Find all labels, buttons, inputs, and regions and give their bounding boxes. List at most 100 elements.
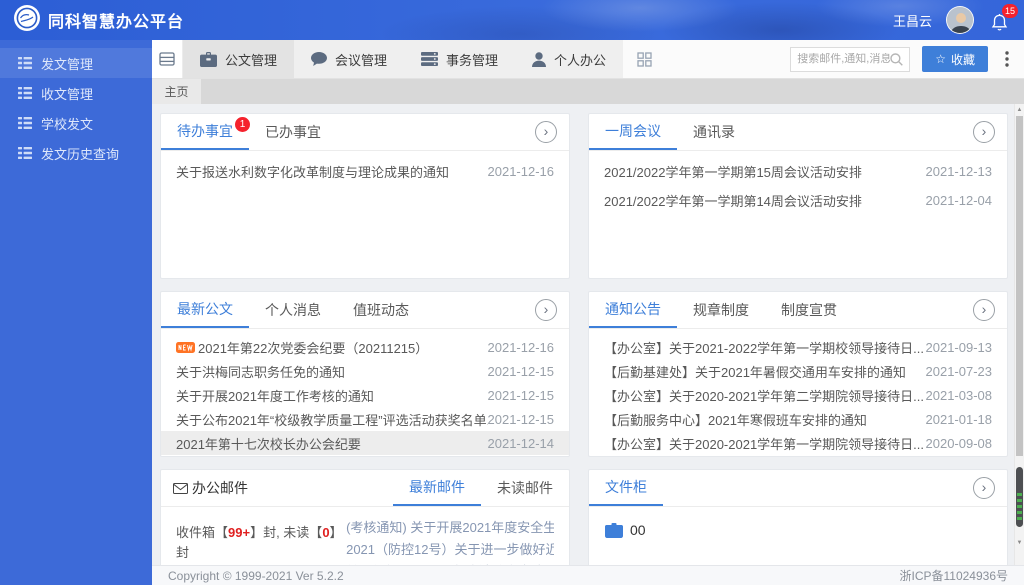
tab-unread-mail[interactable]: 未读邮件 [481, 470, 569, 506]
module-tab-documents[interactable]: 公文管理 [183, 40, 295, 78]
sidebar-item-school-docs[interactable]: 学校发文 [0, 108, 152, 138]
tab-latest-documents[interactable]: 最新公文 [161, 292, 249, 328]
folder-label: 00 [630, 522, 646, 538]
inbox-count: 99+ [228, 525, 251, 540]
floating-dock-widget[interactable] [1016, 467, 1023, 527]
tasks-icon [421, 52, 439, 66]
sidebar-item-incoming-docs[interactable]: 收文管理 [0, 78, 152, 108]
tab-policy-promotion[interactable]: 制度宣贯 [765, 292, 853, 328]
user-icon [532, 51, 547, 67]
list-icon [18, 147, 32, 159]
copyright-text: Copyright © 1999-2021 Ver 5.2.2 [168, 568, 344, 583]
mail-card-title: 办公邮件 [173, 470, 248, 506]
list-item[interactable]: 2021年第22次党委会纪要（20211215） 2021-12-16 [161, 335, 569, 359]
card-todo: 待办事宜 1 已办事宜 › 关于报送水利数字化改革制度与理论成果的通知 2021… [160, 113, 570, 279]
list-item[interactable]: 【后勤服务中心】2021年寒假班车安排的通知 2021-01-18 [589, 407, 1007, 431]
mailbox-stats[interactable]: 收件箱【99+】封, 未读【0】封 发件箱【999+】封，已用 [176, 507, 346, 565]
page-footer: Copyright © 1999-2021 Ver 5.2.2 浙ICP备110… [152, 565, 1024, 585]
more-options-button[interactable] [1000, 51, 1014, 67]
tab-pending-tasks[interactable]: 待办事宜 1 [161, 114, 250, 150]
app-logo: 同科智慧办公平台 [14, 4, 185, 36]
list-item[interactable]: 【办公室】关于2020-2021学年第一学期院领导接待日... 2020-09-… [589, 431, 1007, 455]
scroll-down-arrow[interactable]: ▼ [1015, 538, 1024, 548]
tab-duty-updates[interactable]: 值班动态 [337, 292, 425, 328]
search-icon [890, 52, 904, 66]
list-item[interactable]: 关于洪梅同志职务任免的通知 2021-12-15 [161, 359, 569, 383]
module-grid-button[interactable] [623, 40, 665, 78]
tab-rules[interactable]: 规章制度 [677, 292, 765, 328]
sidebar-item-outgoing-docs[interactable]: 发文管理 [0, 48, 152, 78]
layout-icon [159, 52, 175, 66]
list-item[interactable]: 关于报送水利数字化改革制度与理论成果的通知 2021-12-16 [161, 157, 569, 186]
sidebar: 发文管理 收文管理 学校发文 发文历史查询 [0, 40, 152, 585]
list-item[interactable]: 2021/2022学年第一学期第15周会议活动安排 2021-12-13 [589, 157, 1007, 186]
list-item[interactable]: 【办公室】关于2021-2022学年第一学期校领导接待日... 2021-09-… [589, 335, 1007, 359]
documents-more-button[interactable]: › [535, 299, 557, 321]
tab-notices[interactable]: 通知公告 [589, 292, 677, 328]
scroll-up-arrow[interactable]: ▲ [1015, 105, 1024, 115]
list-item[interactable]: 关于公布2021年“校级教学质量工程”评选活动获奖名单... 2021-12-1… [161, 407, 569, 431]
card-week-meetings: 一周会议 通讯录 › 2021/2022学年第一学期第15周会议活动安排 202… [588, 113, 1008, 279]
mail-list: (考核通知) 关于开展2021年度安全生产暨... 2021（防控12号）关于进… [346, 507, 554, 566]
vertical-scrollbar[interactable]: ▲ ▼ [1014, 104, 1024, 565]
app-title: 同科智慧办公平台 [48, 14, 185, 31]
dock-widget-stripes [1017, 493, 1022, 520]
envelope-icon [173, 482, 188, 494]
star-icon: ☆ [935, 52, 946, 66]
current-username[interactable]: 王昌云 [893, 11, 932, 30]
briefcase-icon [200, 51, 217, 67]
app-header: 同科智慧办公平台 王昌云 15 [0, 0, 1024, 40]
list-item[interactable]: 2021年第十七次校长办公会纪要 2021-12-14 [161, 431, 569, 455]
search-box [790, 46, 911, 72]
favorite-button[interactable]: ☆ 收藏 [922, 46, 988, 72]
list-icon [18, 87, 32, 99]
tab-latest-mail[interactable]: 最新邮件 [393, 470, 481, 506]
list-item[interactable]: 【后勤基建处】关于2021年暑假交通用车安排的通知 2021-07-23 [589, 359, 1007, 383]
module-tab-meetings[interactable]: 会议管理 [294, 40, 404, 78]
pending-count-badge: 1 [235, 117, 250, 132]
module-toolbar: 公文管理 会议管理 事务管理 个人办公 ☆ [152, 40, 1024, 79]
card-notices: 通知公告 规章制度 制度宣贯 › 【办公室】关于2021-2022学年第一学期校… [588, 291, 1008, 457]
sidebar-item-doc-history[interactable]: 发文历史查询 [0, 138, 152, 168]
logo-emblem-icon [14, 4, 40, 36]
chat-icon [311, 52, 328, 66]
notices-more-button[interactable]: › [973, 299, 995, 321]
dashboard: 待办事宜 1 已办事宜 › 关于报送水利数字化改革制度与理论成果的通知 2021… [152, 104, 1024, 565]
kebab-menu-icon [1005, 51, 1009, 67]
card-latest-documents: 最新公文 个人消息 值班动态 › 2021年第22次党委会纪要（20211215… [160, 291, 570, 457]
mail-item[interactable]: (考核通知) 关于开展2021年度安全生产暨... [346, 515, 554, 537]
tab-contacts[interactable]: 通讯录 [677, 114, 751, 150]
icp-number: 浙ICP备11024936号 [899, 569, 1008, 583]
list-item[interactable]: 关于开展2021年度工作考核的通知 2021-12-15 [161, 383, 569, 407]
list-icon [18, 57, 32, 69]
new-icon [176, 341, 195, 353]
content-area: 公文管理 会议管理 事务管理 个人办公 ☆ [152, 40, 1024, 585]
card-file-cabinet: 文件柜 › 00 [588, 469, 1008, 565]
meetings-more-button[interactable]: › [973, 121, 995, 143]
search-input[interactable] [797, 53, 891, 65]
page-tab-home[interactable]: 主页 [152, 79, 201, 104]
list-item[interactable]: 2021/2022学年第一学期第14周会议活动安排 2021-12-04 [589, 186, 1007, 215]
list-item[interactable]: 【办公室】关于2020-2021学年第二学期院领导接待日... 2021-03-… [589, 383, 1007, 407]
user-avatar[interactable] [946, 6, 974, 34]
cabinet-more-button[interactable]: › [973, 477, 995, 499]
todo-more-button[interactable]: › [535, 121, 557, 143]
module-tab-personal[interactable]: 个人办公 [515, 40, 623, 78]
list-icon [18, 117, 32, 129]
tab-done-tasks[interactable]: 已办事宜 [249, 114, 337, 150]
folder-icon [605, 522, 623, 538]
open-page-tabs: 主页 [152, 79, 1024, 104]
notification-bell-icon[interactable]: 15 [988, 4, 1018, 32]
collapse-layout-button[interactable] [152, 40, 183, 78]
notification-count-badge: 15 [1001, 4, 1018, 18]
unread-count: 0 [322, 525, 330, 540]
folder-item[interactable]: 00 [605, 522, 991, 538]
tab-week-meetings[interactable]: 一周会议 [589, 114, 677, 150]
grid-icon [636, 51, 652, 67]
scrollbar-thumb[interactable] [1016, 116, 1023, 456]
tab-personal-messages[interactable]: 个人消息 [249, 292, 337, 328]
tab-file-cabinet[interactable]: 文件柜 [589, 470, 663, 506]
mail-item[interactable]: 2021（防控12号）关于进一步做好近期校园... [346, 537, 554, 559]
card-office-mail: 办公邮件 最新邮件 未读邮件 收件箱【99+】封, 未读【0】封 发件箱【999… [160, 469, 570, 565]
module-tab-affairs[interactable]: 事务管理 [404, 40, 515, 78]
